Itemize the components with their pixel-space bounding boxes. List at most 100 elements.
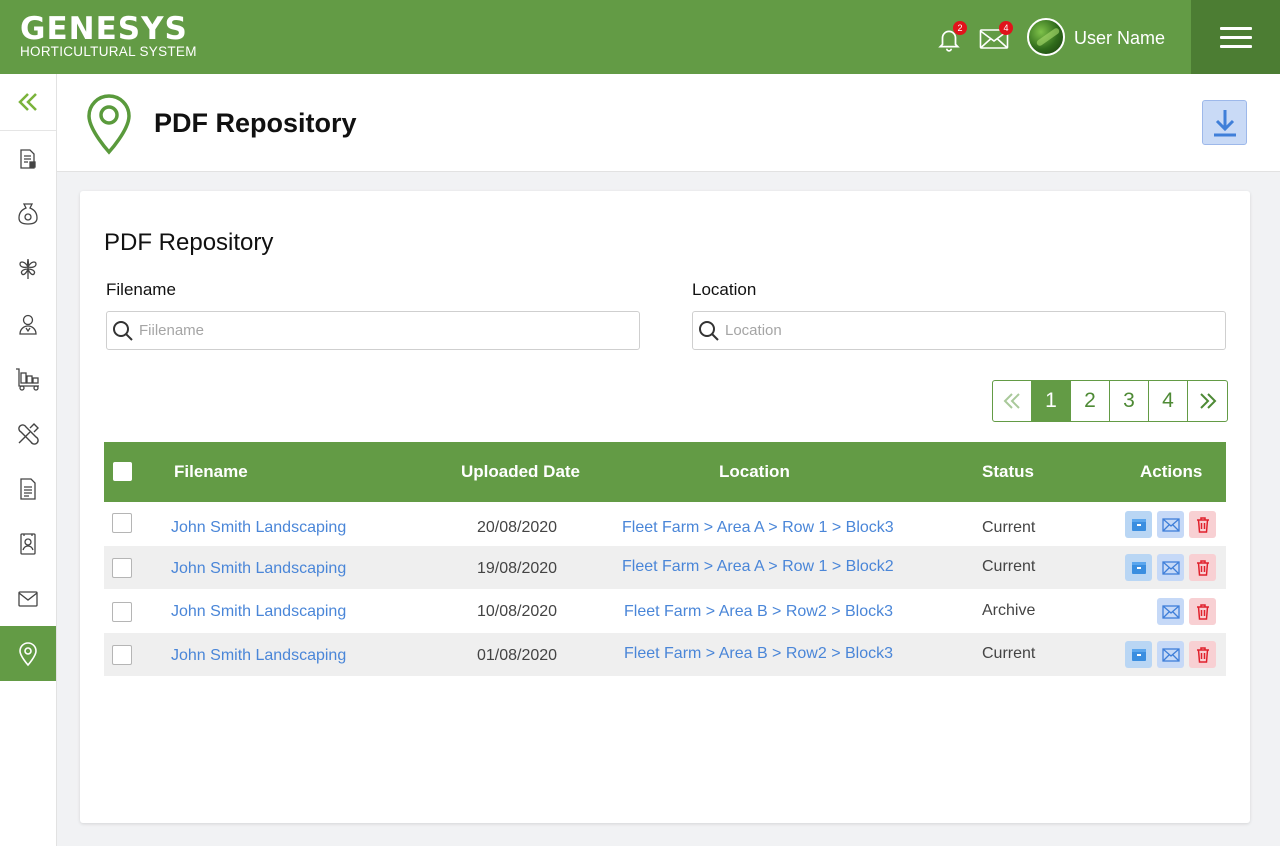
row-location-link[interactable]: Fleet Farm > Area A > Row 1 > Block3 [622, 519, 894, 537]
filename-search-box[interactable] [106, 311, 640, 350]
envelope-icon [1161, 604, 1180, 619]
email-button[interactable] [1157, 641, 1184, 668]
page-button-3[interactable]: 3 [1110, 381, 1149, 421]
first-page-button[interactable] [993, 381, 1032, 421]
double-chevron-left-icon [1003, 393, 1020, 409]
sidebar-item-mail[interactable] [0, 571, 56, 626]
location-pin-icon [87, 94, 131, 155]
plant-icon [19, 258, 37, 279]
row-status: Current [982, 558, 1036, 575]
row-filename-link[interactable]: John Smith Landscaping [171, 519, 346, 537]
row-location-link[interactable]: Fleet Farm > Area B > Row2 > Block3 [624, 603, 893, 621]
row-checkbox[interactable] [112, 513, 132, 533]
envelope-icon [1161, 517, 1180, 532]
envelope-icon [1161, 560, 1180, 575]
page-title: PDF Repository [154, 108, 357, 138]
filename-search-input[interactable] [139, 322, 619, 339]
archive-button[interactable] [1125, 554, 1152, 581]
person-icon [19, 314, 37, 335]
brand-tagline: HORTICULTURAL SYSTEM [20, 44, 197, 59]
user-name[interactable]: User Name [1074, 28, 1165, 49]
row-checkbox[interactable] [112, 558, 132, 578]
location-search-input[interactable] [725, 322, 1205, 339]
tools-icon [18, 422, 39, 445]
sidebar-collapse-button[interactable] [0, 74, 56, 131]
hamburger-icon-bar [1219, 44, 1252, 48]
page-button-1[interactable]: 1 [1032, 381, 1071, 421]
page-button-2[interactable]: 2 [1071, 381, 1110, 421]
row-uploaded-date: 01/08/2020 [477, 647, 558, 664]
email-button[interactable] [1157, 598, 1184, 625]
sidebar-item-documents[interactable] [0, 461, 56, 516]
trash-icon [1196, 646, 1209, 663]
hamburger-icon-bar [1219, 26, 1252, 30]
column-header-uploaded-date[interactable]: Uploaded Date [461, 462, 580, 482]
sidebar-item-seeds[interactable] [0, 186, 56, 241]
location-pin-icon [19, 641, 37, 666]
report-icon [20, 148, 36, 169]
messages-button[interactable]: 4 [978, 21, 1013, 54]
delete-button[interactable] [1189, 554, 1216, 581]
row-uploaded-date: 19/08/2020 [477, 560, 558, 577]
filename-label: Filename [106, 280, 176, 299]
row-uploaded-date: 10/08/2020 [477, 603, 558, 620]
email-button[interactable] [1157, 554, 1184, 581]
messages-badge: 4 [999, 21, 1013, 35]
trash-icon [1196, 559, 1209, 576]
archive-button[interactable] [1125, 641, 1152, 668]
delete-button[interactable] [1189, 511, 1216, 538]
envelope-icon [1161, 647, 1180, 662]
search-icon [113, 320, 133, 341]
column-header-actions: Actions [1140, 462, 1203, 481]
page-button-4[interactable]: 4 [1149, 381, 1188, 421]
brand-name: GENESYS [20, 11, 188, 47]
sidebar-item-plants[interactable] [0, 241, 56, 296]
notifications-button[interactable]: 2 [934, 21, 967, 54]
sidebar-item-tools[interactable] [0, 406, 56, 461]
avatar[interactable] [1027, 18, 1065, 56]
double-chevron-right-icon [1199, 393, 1216, 409]
trash-icon [1196, 516, 1209, 533]
hamburger-menu-button[interactable] [1191, 0, 1280, 74]
contact-book-icon [20, 532, 36, 555]
sidebar-item-warehouse[interactable] [0, 351, 56, 406]
brand-logo[interactable]: GENESYS HORTICULTURAL SYSTEM [20, 12, 197, 59]
email-button[interactable] [1157, 511, 1184, 538]
sidebar [0, 74, 57, 846]
row-checkbox[interactable] [112, 645, 132, 665]
location-search-box[interactable] [692, 311, 1226, 350]
row-location-link[interactable]: Fleet Farm > Area A > Row 1 > Block2 [622, 558, 894, 576]
seed-bag-icon [18, 202, 38, 225]
row-status: Current [982, 519, 1036, 536]
row-status: Archive [982, 602, 1036, 619]
trash-icon [1196, 603, 1209, 620]
delete-button[interactable] [1189, 598, 1216, 625]
sidebar-item-contacts[interactable] [0, 516, 56, 571]
sidebar-item-pdf-repository[interactable] [0, 626, 56, 681]
archive-button[interactable] [1125, 511, 1152, 538]
hamburger-icon-bar [1219, 35, 1252, 39]
download-button[interactable] [1202, 100, 1247, 145]
table-row: John Smith Landscaping 19/08/2020 Fleet … [104, 546, 1226, 589]
double-chevron-left-icon [18, 93, 37, 111]
pdf-table: Filename Uploaded Date Location Status A… [104, 442, 1226, 676]
sidebar-item-users[interactable] [0, 296, 56, 351]
row-filename-link[interactable]: John Smith Landscaping [171, 647, 346, 665]
card-title: PDF Repository [104, 229, 274, 256]
row-checkbox[interactable] [112, 602, 132, 622]
select-all-checkbox[interactable] [113, 462, 132, 481]
column-header-status[interactable]: Status [982, 462, 1034, 482]
table-row: John Smith Landscaping 01/08/2020 Fleet … [104, 633, 1226, 676]
column-header-filename[interactable]: Filename [174, 462, 248, 482]
table-header: Filename Uploaded Date Location Status A… [104, 442, 1226, 502]
row-filename-link[interactable]: John Smith Landscaping [171, 560, 346, 578]
pagination: 1 2 3 4 [992, 380, 1228, 422]
table-row: John Smith Landscaping 20/08/2020 Fleet … [104, 502, 1226, 546]
row-filename-link[interactable]: John Smith Landscaping [171, 603, 346, 621]
column-header-location[interactable]: Location [719, 462, 790, 482]
row-location-link[interactable]: Fleet Farm > Area B > Row2 > Block3 [624, 645, 893, 663]
last-page-button[interactable] [1188, 381, 1227, 421]
delete-button[interactable] [1189, 641, 1216, 668]
page-header: PDF Repository [57, 74, 1280, 172]
sidebar-item-reports[interactable] [0, 131, 56, 186]
